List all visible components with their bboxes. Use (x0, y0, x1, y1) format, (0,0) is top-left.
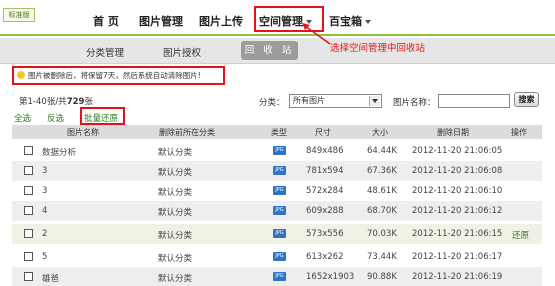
cell-deleted-date: 2012-11-20 21:06:17 (412, 252, 503, 262)
cell-name: 雄爸 (42, 274, 60, 284)
cell-filesize: 48.61K (367, 186, 397, 196)
col-header-deleted-date: 删除日期 (437, 128, 469, 137)
row-checkbox[interactable] (24, 272, 33, 281)
table-row: 3 默认分类 JPG 781x594 67.36K 2012-11-20 21:… (12, 161, 542, 181)
tab-recycle-bin[interactable]: 回 收 站 (241, 41, 298, 60)
cell-name: 4 (42, 206, 48, 216)
sub-nav-bar: 分类管理 图片授权 回 收 站 (0, 38, 555, 64)
cell-filesize: 67.36K (367, 166, 397, 176)
recycle-notice-text: 图片被删除后，将保留7天，然后系统自动清除图片! (28, 71, 201, 80)
col-header-dimensions: 尺寸 (315, 128, 331, 137)
jpg-file-icon: JPG (273, 206, 286, 215)
cell-deleted-date: 2012-11-20 21:06:05 (412, 146, 503, 156)
annotation-text: 选择空间管理中回收站 (330, 43, 426, 54)
bulk-restore-highlight (80, 107, 125, 125)
cell-deleted-date: 2012-11-20 21:06:08 (412, 166, 503, 176)
col-header-category: 删除前所在分类 (159, 128, 215, 137)
chevron-down-icon (365, 20, 371, 24)
cell-name: 2 (42, 229, 48, 239)
count-total: 729 (66, 97, 85, 107)
cell-deleted-date: 2012-11-20 21:06:12 (412, 206, 503, 216)
cell-filesize: 68.70K (367, 206, 397, 216)
jpg-file-icon: JPG (273, 146, 286, 155)
chevron-down-icon (369, 96, 380, 106)
nav-image-manage[interactable]: 图片管理 (139, 13, 183, 29)
table-row: 4 默认分类 JPG 609x288 68.70K 2012-11-20 21:… (12, 201, 542, 221)
cell-filesize: 73.44K (367, 252, 397, 262)
tab-image-license[interactable]: 图片授权 (163, 45, 201, 59)
jpg-file-icon: JPG (273, 229, 286, 238)
cell-category: 默认分类 (158, 274, 193, 284)
table-row: 5 默认分类 JPG 613x262 73.44K 2012-11-20 21:… (12, 247, 542, 267)
col-header-action: 操作 (511, 128, 527, 137)
tab-category-manage[interactable]: 分类管理 (86, 45, 124, 59)
recycle-notice: 图片被删除后，将保留7天，然后系统自动清除图片! (12, 66, 225, 85)
search-button[interactable]: 搜索 (514, 92, 539, 107)
annotation-arrow-icon (302, 23, 331, 45)
category-select-value: 所有图片 (293, 96, 325, 105)
col-header-filesize: 大小 (372, 128, 388, 137)
cell-name: 数据分析 (42, 148, 77, 158)
nav-image-upload[interactable]: 图片上传 (199, 13, 243, 29)
row-checkbox[interactable] (24, 206, 33, 215)
cell-dimensions: 609x288 (306, 206, 344, 216)
cell-dimensions: 849x486 (306, 146, 344, 156)
table-row: 雄爸 默认分类 JPG 1652x1903 90.88K 2012-11-20 … (12, 267, 542, 286)
count-middle: 张/共 (46, 97, 67, 107)
cell-category: 默认分类 (158, 148, 193, 158)
col-header-type: 类型 (271, 128, 287, 137)
lightbulb-icon (17, 71, 25, 79)
cell-dimensions: 573x556 (306, 229, 344, 239)
row-checkbox[interactable] (24, 186, 33, 195)
cell-name: 5 (42, 252, 48, 262)
nav-toolbox[interactable]: 百宝箱 (329, 13, 371, 29)
cell-category: 默认分类 (158, 208, 193, 218)
top-nav-bar: 标准版 首 页 图片管理 图片上传 空间管理 百宝箱 (0, 0, 555, 36)
jpg-file-icon: JPG (273, 272, 286, 281)
row-checkbox[interactable] (24, 252, 33, 261)
cell-dimensions: 613x262 (306, 252, 344, 262)
table-row: 数据分析 默认分类 JPG 849x486 64.44K 2012-11-20 … (12, 141, 542, 161)
cell-filesize: 64.44K (367, 146, 397, 156)
category-select[interactable]: 所有图片 (289, 94, 382, 108)
restore-link[interactable]: 还原 (512, 229, 529, 241)
cell-name: 3 (42, 186, 48, 196)
cell-category: 默认分类 (158, 231, 193, 241)
cell-dimensions: 781x594 (306, 166, 344, 176)
row-checkbox[interactable] (24, 146, 33, 155)
table-row: 3 默认分类 JPG 572x284 48.61K 2012-11-20 21:… (12, 181, 542, 201)
cell-dimensions: 572x284 (306, 186, 344, 196)
nav-home[interactable]: 首 页 (93, 13, 119, 29)
cell-deleted-date: 2012-11-20 21:06:19 (412, 272, 503, 282)
count-suffix: 张 (84, 97, 93, 107)
cell-dimensions: 1652x1903 (306, 272, 355, 282)
category-filter-label: 分类： (259, 98, 285, 108)
select-all-link[interactable]: 全选 (14, 112, 31, 124)
col-header-name: 图片名称 (67, 128, 99, 137)
name-filter-label: 图片名称： (393, 98, 436, 108)
cell-category: 默认分类 (158, 254, 193, 264)
edition-badge: 标准版 (3, 8, 35, 22)
cell-deleted-date: 2012-11-20 21:06:10 (412, 186, 503, 196)
name-search-input[interactable] (438, 94, 510, 108)
invert-selection-link[interactable]: 反选 (47, 112, 64, 124)
count-range: 1-40 (27, 97, 47, 107)
result-count: 第1-40张/共729张 (19, 95, 93, 107)
cell-filesize: 70.03K (367, 229, 397, 239)
cell-category: 默认分类 (158, 168, 193, 178)
cell-category: 默认分类 (158, 188, 193, 198)
table-header: 图片名称 删除前所在分类 类型 尺寸 大小 删除日期 操作 (12, 125, 542, 139)
jpg-file-icon: JPG (273, 252, 286, 261)
cell-name: 3 (42, 166, 48, 176)
cell-deleted-date: 2012-11-20 21:06:15 (412, 229, 503, 239)
cell-filesize: 90.88K (367, 272, 397, 282)
row-checkbox[interactable] (24, 229, 33, 238)
count-prefix: 第 (19, 97, 28, 107)
jpg-file-icon: JPG (273, 166, 286, 175)
row-checkbox[interactable] (24, 166, 33, 175)
table-row: 2 默认分类 JPG 573x556 70.03K 2012-11-20 21:… (12, 224, 542, 244)
jpg-file-icon: JPG (273, 186, 286, 195)
